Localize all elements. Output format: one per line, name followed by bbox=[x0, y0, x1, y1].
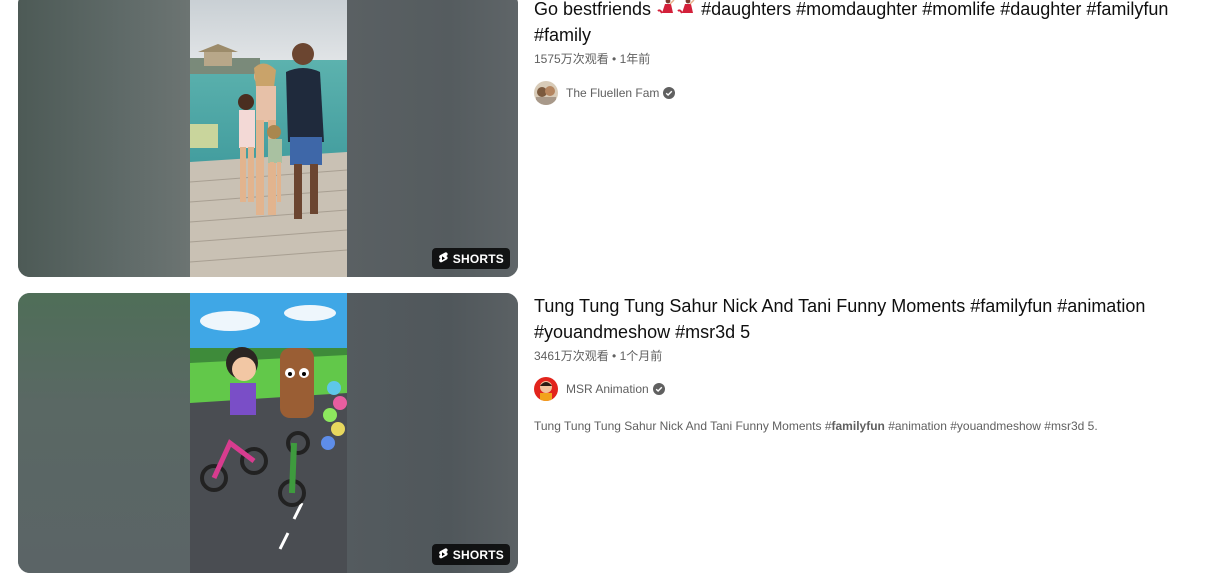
thumbnail-video-frame bbox=[190, 293, 347, 573]
shorts-badge: SHORTS bbox=[431, 544, 510, 565]
channel-row-1[interactable]: The Fluellen Fam bbox=[534, 81, 1194, 105]
shorts-badge-label: SHORTS bbox=[452, 251, 504, 266]
dancer-emoji-icon bbox=[677, 0, 695, 14]
description-text: Tung Tung Tung Sahur Nick And Tani Funny… bbox=[534, 419, 832, 433]
upload-age: 1年前 bbox=[619, 52, 651, 66]
shorts-icon bbox=[438, 548, 448, 559]
shorts-badge-label: SHORTS bbox=[452, 547, 504, 562]
upload-age: 1个月前 bbox=[619, 349, 663, 363]
thumbnail-blur-left bbox=[18, 293, 190, 573]
video-title-1[interactable]: Go bestfriends #daughters #momdaughter #… bbox=[534, 0, 1194, 48]
verified-check-icon bbox=[652, 383, 665, 395]
shorts-badge: SHORTS bbox=[431, 248, 510, 269]
video-stats-2: 3461万次观看 • 1个月前 bbox=[534, 347, 1194, 365]
thumbnail-video-frame bbox=[190, 0, 347, 277]
thumbnail-blur-right bbox=[347, 0, 518, 277]
view-count: 1575万次观看 bbox=[534, 52, 609, 66]
channel-row-2[interactable]: MSR Animation bbox=[534, 377, 1194, 401]
description-highlight: familyfun bbox=[831, 419, 885, 433]
video-thumbnail-2[interactable]: SHORTS bbox=[18, 293, 518, 573]
thumbnail-blur-left bbox=[18, 0, 190, 277]
video-meta-1: Go bestfriends #daughters #momdaughter #… bbox=[534, 0, 1194, 105]
shorts-icon bbox=[438, 252, 448, 263]
video-title-2[interactable]: Tung Tung Tung Sahur Nick And Tani Funny… bbox=[534, 293, 1194, 345]
video-thumbnail-1[interactable]: SHORTS bbox=[18, 0, 518, 277]
channel-avatar[interactable] bbox=[534, 377, 558, 401]
video-description-snippet: Tung Tung Tung Sahur Nick And Tani Funny… bbox=[534, 417, 1194, 435]
description-text: #animation #youandmeshow #msr3d 5. bbox=[884, 419, 1098, 433]
stats-separator: • bbox=[612, 52, 617, 66]
channel-name[interactable]: The Fluellen Fam bbox=[566, 86, 659, 100]
channel-avatar[interactable] bbox=[534, 81, 558, 105]
video-meta-2: Tung Tung Tung Sahur Nick And Tani Funny… bbox=[534, 293, 1194, 435]
verified-check-icon bbox=[663, 87, 676, 99]
search-result-video-1: SHORTS Go bestfriends #daughters #momdau… bbox=[0, 0, 1214, 285]
video-title-text: Go bestfriends bbox=[534, 0, 652, 19]
view-count: 3461万次观看 bbox=[534, 349, 609, 363]
thumbnail-blur-right bbox=[347, 293, 518, 573]
video-stats-1: 1575万次观看 • 1年前 bbox=[534, 50, 1194, 68]
channel-name[interactable]: MSR Animation bbox=[566, 382, 649, 396]
dancer-emoji-icon bbox=[657, 0, 675, 14]
search-result-video-2: SHORTS Tung Tung Tung Sahur Nick And Tan… bbox=[0, 293, 1214, 573]
stats-separator: • bbox=[612, 349, 617, 363]
